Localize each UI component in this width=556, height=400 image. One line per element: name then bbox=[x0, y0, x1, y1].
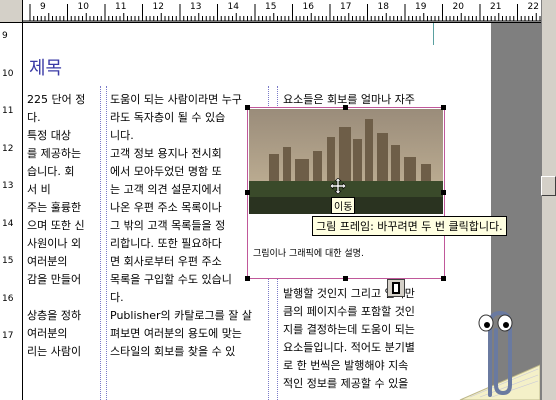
text-line: 펴보면 여러분의 용도에 맞는 bbox=[110, 327, 242, 340]
ruler-number: 15 bbox=[265, 2, 277, 12]
text-line: 습니다. 회 bbox=[27, 165, 75, 178]
ruler-number: 10 bbox=[2, 68, 14, 79]
ruler-number: 14 bbox=[2, 218, 14, 229]
text-line: 주는 훌륭한 bbox=[27, 201, 82, 214]
text-line: 목록을 구입할 수도 있습니 bbox=[110, 273, 232, 286]
ruler-number: 16 bbox=[302, 2, 314, 12]
text-column-2[interactable]: 도움이 되는 사람이라면 누구라도 독자층이 될 수 있습니다. 고객 정보 용지… bbox=[110, 91, 252, 361]
text-line: 으며 또한 신 bbox=[27, 219, 85, 232]
scrollbar-thumb[interactable] bbox=[541, 176, 556, 196]
vertical-ruler[interactable]: 9 10 11 12 13 14 15 16 17 bbox=[0, 22, 23, 400]
text-line: 리합니다. 또한 필요하다 bbox=[110, 237, 222, 250]
ruler-number: 12 bbox=[152, 2, 164, 12]
text-line: 여러분의 bbox=[27, 255, 68, 268]
text-line: Publisher의 카탈로그를 잘 살 bbox=[110, 309, 252, 322]
connect-glyph bbox=[392, 282, 400, 294]
move-tooltip: 이동 bbox=[331, 197, 356, 214]
text-line: 225 단어 정 bbox=[27, 93, 86, 106]
ruler-number: 20 bbox=[452, 2, 464, 12]
ruler-number: 19 bbox=[415, 2, 427, 12]
resize-handle[interactable] bbox=[441, 190, 446, 195]
text-line: 적인 정보를 제공할 수 있을 bbox=[283, 377, 409, 390]
resize-handle[interactable] bbox=[245, 276, 250, 281]
ruler-number: 9 bbox=[40, 2, 46, 12]
resize-handle[interactable] bbox=[343, 105, 348, 110]
ruler-number: 9 bbox=[2, 31, 8, 41]
resize-handle[interactable] bbox=[245, 105, 250, 110]
text-line: 는 고객 의견 설문지에서 bbox=[110, 183, 222, 196]
resize-handle[interactable] bbox=[441, 105, 446, 110]
text-line: 여러분의 bbox=[27, 327, 68, 340]
text-line: 에서 모아두었던 명함 또 bbox=[110, 165, 222, 178]
frame-connect-icon[interactable] bbox=[387, 279, 405, 297]
column-guide bbox=[106, 86, 107, 400]
text-line: 특정 대상 bbox=[27, 129, 71, 142]
ruler-origin-box[interactable] bbox=[0, 0, 23, 23]
ruler-number: 16 bbox=[2, 293, 14, 304]
text-line bbox=[27, 289, 97, 307]
ruler-number: 17 bbox=[2, 331, 14, 341]
office-assistant-paperclip-icon[interactable] bbox=[450, 305, 540, 400]
ruler-number: 10 bbox=[77, 2, 89, 12]
text-line: 상층을 정하 bbox=[27, 309, 82, 322]
text-line: 면 회사로부터 우편 주소 bbox=[110, 255, 222, 268]
text-line: 니다. bbox=[110, 129, 134, 142]
text-column-3-bottom[interactable]: 발행할 것인지 그리고 얼마만 큼의 페이지수를 포함할 것인 지를 결정하는데 도… bbox=[283, 285, 415, 393]
move-cursor-icon bbox=[330, 178, 346, 194]
ruler-number: 12 bbox=[2, 143, 14, 154]
text-line: 고객 정보 용지나 전시회 bbox=[110, 147, 222, 160]
text-line: 그 밖의 고객 목록들을 정 bbox=[110, 219, 226, 232]
text-line: 라도 독자층이 될 수 있습 bbox=[110, 111, 226, 124]
picture-frame-tooltip: 그림 프레임: 바꾸려면 두 번 클릭합니다. bbox=[312, 216, 507, 236]
ruler-number: 11 bbox=[2, 106, 14, 116]
text-line: 서 비 bbox=[27, 183, 51, 196]
vertical-scrollbar[interactable] bbox=[541, 0, 556, 400]
resize-handle[interactable] bbox=[245, 190, 250, 195]
ruler-number: 18 bbox=[377, 2, 389, 12]
text-line: 나온 우편 주소 목록이나 bbox=[110, 201, 222, 214]
text-line: 큼의 페이지수를 포함할 것인 bbox=[283, 305, 415, 318]
text-line: 감을 만들어 bbox=[27, 273, 82, 286]
text-column-1[interactable]: 225 단어 정다. 특정 대상를 제공하는습니다. 회서 비주는 훌륭한으며 또… bbox=[27, 91, 97, 361]
text-line: 요소들입니다. 적어도 분기별 bbox=[283, 341, 415, 354]
ruler-number: 21 bbox=[490, 2, 502, 12]
text-line: 리는 사람이 bbox=[27, 345, 82, 358]
picture-caption[interactable]: 그림이나 그래픽에 대한 설명. bbox=[253, 246, 364, 259]
ruler-number: 13 bbox=[2, 181, 14, 191]
margin-guide bbox=[433, 23, 434, 45]
resize-handle[interactable] bbox=[441, 276, 446, 281]
resize-handle[interactable] bbox=[343, 276, 348, 281]
text-line: 다. bbox=[110, 291, 124, 304]
ruler-number: 11 bbox=[115, 2, 127, 12]
ruler-number: 13 bbox=[190, 2, 202, 12]
ruler-number: 22 bbox=[527, 2, 539, 12]
ruler-number: 14 bbox=[227, 2, 239, 12]
text-line: 도움이 되는 사람이라면 누구 bbox=[110, 93, 242, 106]
text-line: 지를 결정하는데 도움이 되는 bbox=[283, 323, 415, 336]
column-guide bbox=[100, 86, 101, 400]
text-line: 스타일의 회보를 찾을 수 있 bbox=[110, 345, 236, 358]
horizontal-ruler[interactable]: 9 10 11 12 13 14 15 16 17 18 19 20 21 22 bbox=[0, 0, 541, 23]
text-line: 를 제공하는 bbox=[27, 147, 82, 160]
document-title[interactable]: 제목 bbox=[29, 54, 62, 80]
ruler-number: 17 bbox=[340, 2, 352, 12]
text-line: 로 한 번씩은 발행해야 지속 bbox=[283, 359, 409, 372]
ruler-number: 15 bbox=[2, 256, 14, 266]
text-line: 다. bbox=[27, 111, 41, 124]
text-line: 사원이나 외 bbox=[27, 237, 82, 250]
